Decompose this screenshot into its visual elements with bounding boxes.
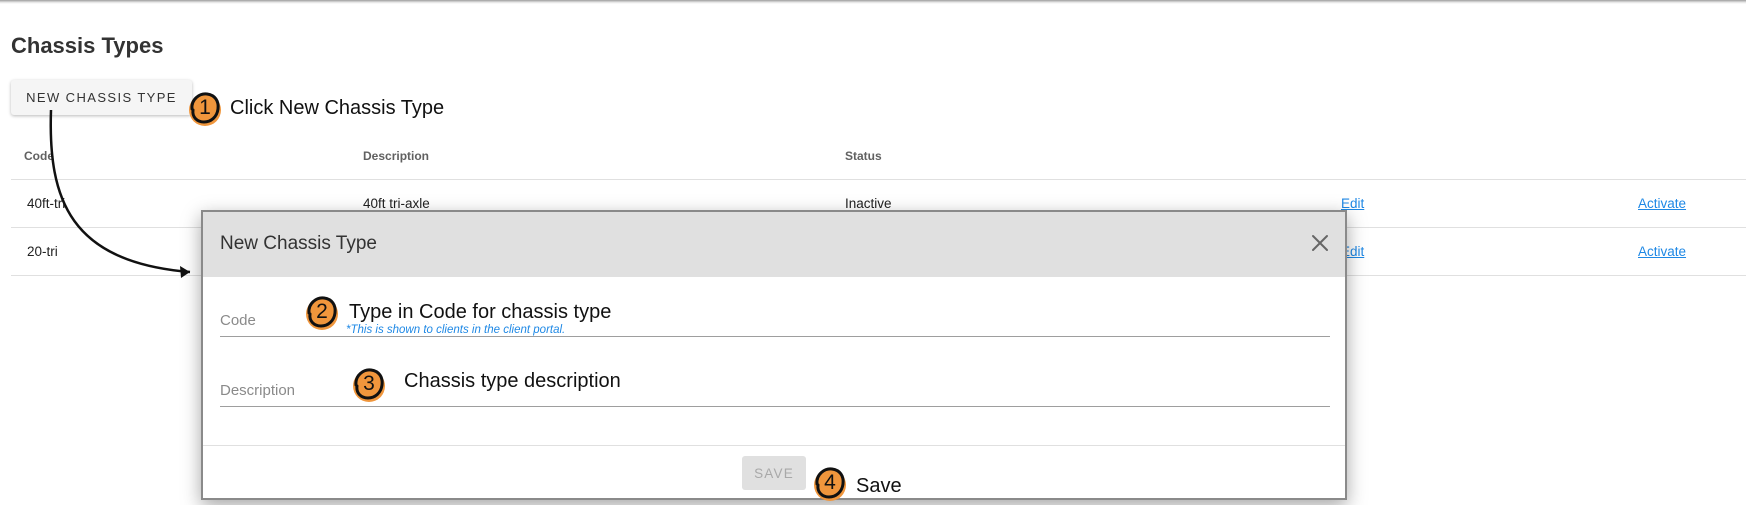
callout-number: 3 <box>363 372 375 395</box>
curved-arrow-icon <box>49 109 191 278</box>
callout-3: 3 <box>350 365 388 403</box>
column-header-status[interactable]: Status <box>845 149 882 163</box>
description-field-underline <box>220 406 1330 407</box>
dialog-header: New Chassis Type <box>203 212 1345 277</box>
callout-4: 4 <box>811 464 849 502</box>
row-activate-link[interactable]: Activate <box>1638 196 1686 211</box>
dialog-title: New Chassis Type <box>220 233 377 254</box>
column-header-description[interactable]: Description <box>363 149 429 163</box>
close-icon[interactable] <box>1307 230 1333 256</box>
callout-number: 4 <box>824 471 836 494</box>
callout-number: 2 <box>316 300 328 323</box>
dialog-actions-divider <box>203 445 1345 446</box>
save-button[interactable]: SAVE <box>742 456 806 490</box>
callout-2: 2 <box>303 293 341 331</box>
callout-text: Chassis type description <box>404 370 621 392</box>
top-app-bar-shadow <box>0 0 1746 4</box>
row-edit-link[interactable]: Edit <box>1341 196 1364 211</box>
callout-text: Save <box>856 475 902 497</box>
table-header: Code Description Status <box>11 140 1746 180</box>
callout-text: Type in Code for chassis type <box>349 301 612 323</box>
row-description: 40ft tri-axle <box>363 196 430 211</box>
callout-text: Click New Chassis Type <box>230 97 445 119</box>
row-activate-link[interactable]: Activate <box>1638 244 1686 259</box>
row-status: Inactive <box>845 196 892 211</box>
code-helper-text: *This is shown to clients in the client … <box>346 324 566 336</box>
new-chassis-type-dialog: New Chassis Type Code *This is shown to … <box>201 210 1347 500</box>
code-field-underline <box>220 336 1330 337</box>
